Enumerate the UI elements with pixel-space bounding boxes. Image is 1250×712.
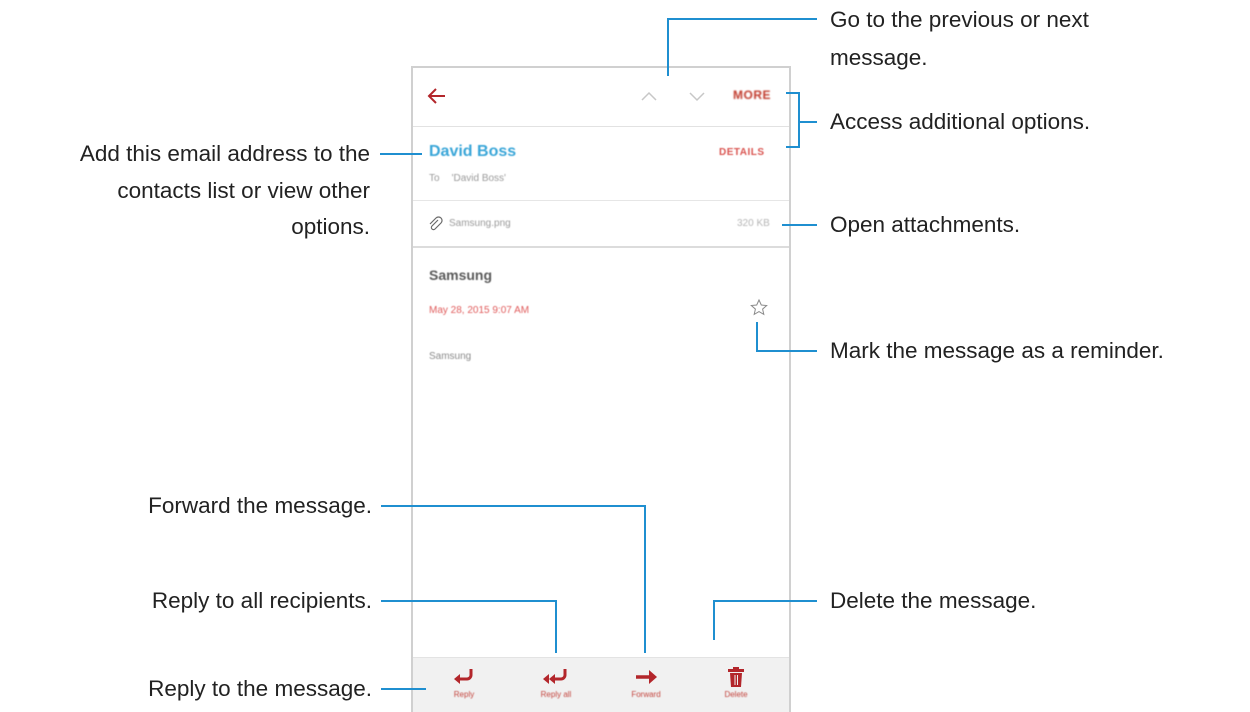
paperclip-icon: [427, 216, 443, 232]
reply-all-icon: [543, 669, 567, 684]
reply-icon: [454, 669, 473, 684]
reply-all-button[interactable]: Reply all: [521, 658, 591, 712]
forward-label: Forward: [631, 690, 661, 699]
attachment-row[interactable]: Samsung.png 320 KB: [413, 202, 789, 246]
reply-all-label: Reply all: [540, 690, 572, 699]
forward-arrow-icon: [636, 670, 657, 684]
top-app-bar: MORE: [413, 68, 789, 127]
callout-line-delete: [713, 600, 715, 640]
callout-reply-all: Reply to all recipients.: [151, 588, 372, 613]
more-button[interactable]: MORE: [733, 88, 771, 102]
attachment-size: 320 KB: [737, 218, 770, 229]
sender-name[interactable]: David Boss: [429, 143, 516, 161]
message-subject: Samsung: [429, 267, 493, 283]
callout-delete: Delete the message.: [830, 588, 1037, 613]
recipient-row: To 'David Boss': [429, 173, 506, 184]
callout-line-prev-next: [667, 18, 669, 76]
callout-line-delete: [713, 600, 817, 602]
next-message-chevron-down-icon[interactable]: [683, 82, 711, 110]
callout-line-forward: [644, 505, 646, 653]
divider: [413, 200, 789, 201]
back-arrow-icon[interactable]: [425, 84, 449, 108]
previous-message-chevron-up-icon[interactable]: [635, 82, 663, 110]
callout-contact-line3: options.: [291, 214, 370, 239]
callout-prev-next-line1: Go to the previous or next: [830, 7, 1089, 32]
message-body: Samsung: [429, 351, 472, 362]
reply-label: Reply: [453, 690, 475, 699]
callout-attachments: Open attachments.: [830, 212, 1021, 237]
forward-button[interactable]: Forward: [611, 658, 681, 712]
details-button[interactable]: DETAILS: [719, 147, 765, 158]
callout-more-options: Access additional options.: [830, 109, 1091, 134]
callout-forward: Forward the message.: [148, 493, 372, 518]
callout-contact-line1: Add this email address to the: [79, 141, 370, 166]
delete-button[interactable]: Delete: [701, 658, 771, 712]
callout-line-attachments: [782, 224, 817, 226]
email-viewer-screen: MORE David Boss DETAILS To 'David Boss' S…: [411, 66, 791, 712]
callout-line-reminder: [756, 322, 758, 352]
recipient-value: 'David Boss': [451, 173, 506, 184]
attachment-name: Samsung.png: [449, 218, 511, 229]
star-icon[interactable]: [749, 298, 769, 318]
message-date: May 28, 2015 9:07 AM: [429, 305, 530, 316]
callout-contact-line2: contacts list or view other: [117, 178, 370, 203]
to-label: To: [429, 173, 440, 184]
callout-line-forward: [381, 505, 646, 507]
callout-reply: Reply to the message.: [148, 676, 372, 701]
callout-line-more: [786, 146, 800, 148]
callout-line-reply-all: [555, 600, 557, 653]
delete-label: Delete: [724, 690, 748, 699]
callout-reminder: Mark the message as a reminder.: [830, 338, 1164, 363]
callout-line-more: [798, 121, 817, 123]
callout-prev-next-line2: message.: [830, 45, 928, 70]
bottom-toolbar: Reply Reply all Forward Delete: [413, 657, 789, 712]
callout-line-reply: [381, 688, 426, 690]
callout-line-reminder: [756, 350, 817, 352]
callout-line-reply-all: [381, 600, 557, 602]
divider: [413, 246, 789, 248]
callout-line-prev-next: [667, 18, 817, 20]
trash-icon: [728, 667, 744, 687]
callout-line-more: [798, 92, 800, 148]
reply-button[interactable]: Reply: [429, 658, 499, 712]
callout-line-contact: [380, 153, 422, 155]
